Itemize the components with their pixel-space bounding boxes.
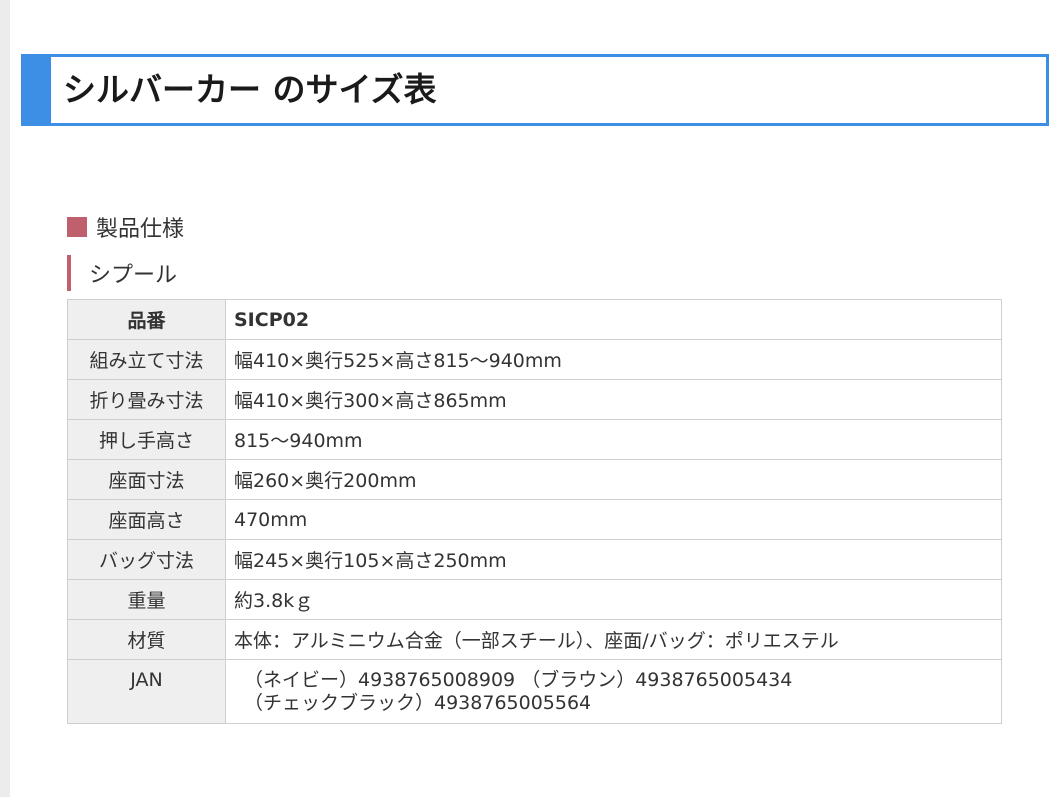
- row-label: 組み立て寸法: [67, 339, 226, 380]
- row-value: 幅410×奥行525×高さ815〜940mm: [225, 339, 1002, 380]
- row-value-jan: （ネイビー）4938765008909 （ブラウン）4938765005434 …: [225, 659, 1002, 724]
- product-name: シプール: [89, 263, 178, 288]
- row-value: 幅410×奥行300×高さ865mm: [225, 379, 1002, 420]
- row-label: バッグ寸法: [67, 539, 226, 580]
- row-value: 幅245×奥行105×高さ250mm: [225, 539, 1002, 580]
- jan-line: （チェックブラック）4938765005564: [244, 692, 592, 714]
- row-value: 815〜940mm: [225, 419, 1002, 460]
- table-row: 座面寸法 幅260×奥行200mm: [67, 459, 1002, 500]
- row-label: 重量: [67, 579, 226, 620]
- table-row: 折り畳み寸法 幅410×奥行300×高さ865mm: [67, 379, 1002, 420]
- table-row: 座面高さ 470mm: [67, 499, 1002, 540]
- table-row-jan: JAN （ネイビー）4938765008909 （ブラウン）4938765005…: [67, 659, 1002, 724]
- table-row: バッグ寸法 幅245×奥行105×高さ250mm: [67, 539, 1002, 580]
- product-heading: シプール: [67, 255, 177, 291]
- table-row: 押し手高さ 815〜940mm: [67, 419, 1002, 460]
- row-label: 材質: [67, 619, 226, 660]
- row-value: 幅260×奥行200mm: [225, 459, 1002, 500]
- row-label: 品番: [67, 299, 226, 340]
- title-accent-bar: [21, 54, 51, 126]
- table-row: 重量 約3.8kｇ: [67, 579, 1002, 620]
- row-label: 押し手高さ: [67, 419, 226, 460]
- section-heading-text: 製品仕様: [96, 217, 185, 242]
- square-bullet-icon: [67, 217, 87, 237]
- table-row: 組み立て寸法 幅410×奥行525×高さ815〜940mm: [67, 339, 1002, 380]
- row-value: SICP02: [225, 299, 1002, 340]
- section-heading: 製品仕様: [67, 212, 184, 242]
- row-label: JAN: [67, 659, 226, 724]
- row-label: 座面寸法: [67, 459, 226, 500]
- row-label: 折り畳み寸法: [67, 379, 226, 420]
- row-label: 座面高さ: [67, 499, 226, 540]
- spec-table: 品番 SICP02 組み立て寸法 幅410×奥行525×高さ815〜940mm …: [67, 299, 1002, 724]
- row-value: 本体：アルミニウム合金（一部スチール）、座面/バッグ：ポリエステル: [225, 619, 1002, 660]
- table-row: 材質 本体：アルミニウム合金（一部スチール）、座面/バッグ：ポリエステル: [67, 619, 1002, 660]
- table-row-model-number: 品番 SICP02: [67, 299, 1002, 340]
- vertical-bar-icon: [67, 255, 71, 291]
- title-banner: シルバーカー のサイズ表: [21, 54, 1049, 126]
- row-value: 約3.8kｇ: [225, 579, 1002, 620]
- row-value: 470mm: [225, 499, 1002, 540]
- page-edge-strip: [0, 0, 10, 797]
- page-title: シルバーカー のサイズ表: [63, 70, 437, 109]
- jan-line: （ネイビー）4938765008909 （ブラウン）4938765005434: [244, 669, 793, 691]
